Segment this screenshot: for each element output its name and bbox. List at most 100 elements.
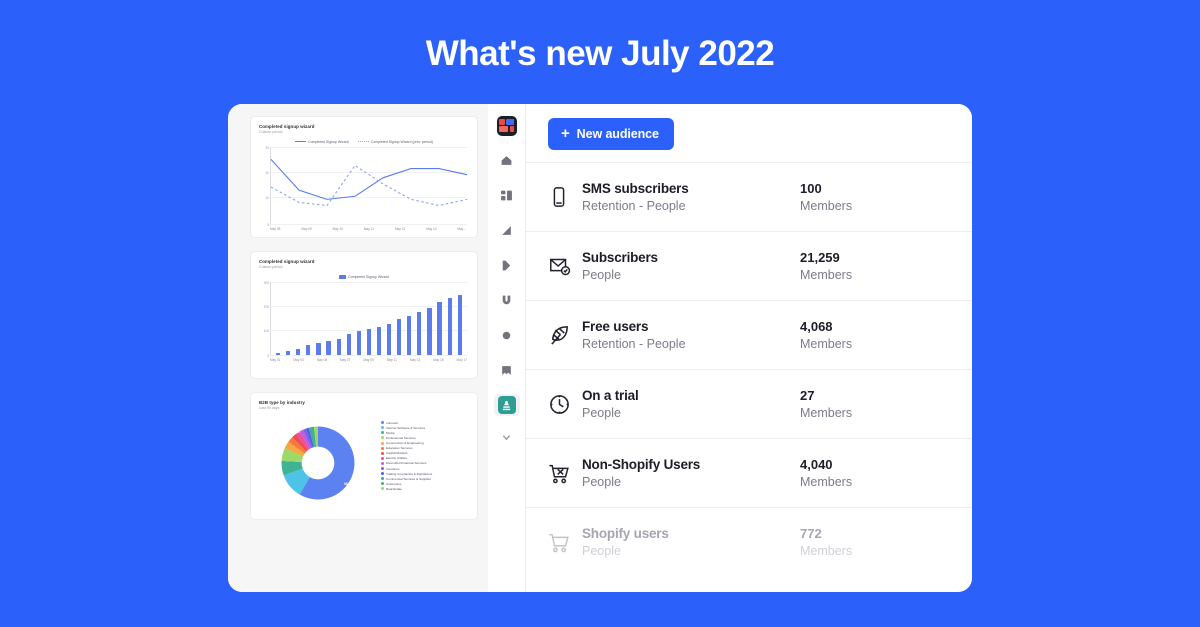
bar (417, 312, 422, 355)
audience-text: SMS subscribers Retention - People (582, 181, 800, 213)
bar (326, 341, 331, 355)
bar (407, 315, 412, 355)
app-logo[interactable] (496, 116, 517, 136)
audience-count: 21,259 (800, 250, 840, 265)
audience-count: 27 (800, 388, 815, 403)
x-tick: May 01 (270, 357, 281, 362)
gridline: 5 (267, 223, 467, 227)
pie-legend-swatch (381, 477, 384, 481)
pie-legend-swatch (381, 441, 384, 445)
audience-row[interactable]: On a trial People 27 Members (526, 369, 972, 438)
pie-legend-item: unknown (381, 421, 469, 425)
logo-block (509, 126, 514, 132)
pie-legend-label: Education Services (386, 446, 413, 451)
legend-item: Completed Signup Wizard (prev. period) (357, 140, 433, 144)
chart-title-pie: B2B type by industry (259, 400, 305, 405)
x-tick: May 08 (270, 226, 281, 231)
audience-row[interactable]: SMS subscribers Retention - People 100 Memb… (526, 162, 972, 231)
x-tick: May 05 (316, 357, 328, 362)
logo-row-bottom (499, 126, 514, 132)
sidebar-item-audiences[interactable] (493, 394, 520, 416)
sidebar-more-toggle[interactable] (494, 426, 520, 448)
bar (366, 328, 371, 355)
sidebar-item-library[interactable] (494, 359, 520, 381)
cart-icon (548, 531, 582, 554)
audience-name: Subscribers (582, 250, 658, 265)
pie-legend-swatch (381, 421, 384, 425)
chart-card-pie[interactable]: B2B type by industry Last 90 days 58.4% … (250, 392, 478, 520)
pie-legend-swatch (381, 451, 384, 455)
pie-legend-label: Capital Markets (386, 451, 408, 456)
chart-card-line[interactable]: Completed signup wizard Custom period Co… (250, 116, 478, 238)
audience-meta: People (582, 406, 621, 420)
x-tick: May ... (457, 226, 467, 231)
audience-meta: People (582, 475, 621, 489)
sidebar-item-analytics[interactable] (494, 219, 520, 241)
line-x-axis: May 08 May 09 May 10 May 11 May 12 May 13 May … (270, 227, 467, 231)
donut-label-2: 6.4% (275, 443, 284, 448)
sidebar-item-journeys[interactable] (494, 254, 520, 276)
x-tick: May 09 (363, 357, 374, 362)
legend-swatch-line (295, 141, 307, 143)
audience-meta: People (582, 268, 621, 282)
bar (427, 307, 432, 355)
x-tick: May 15 (433, 357, 444, 362)
donut-label-1: 11.1% (263, 462, 274, 467)
legend-label: Completed Signup Wizard (348, 274, 389, 279)
envelope-check-icon (548, 254, 582, 278)
audience-row[interactable]: Free users Retention - People 4,068 Members (526, 300, 972, 369)
audience-name: Non-Shopify Users (582, 457, 701, 472)
audience-text: On a trial People (582, 388, 800, 420)
pie-legend-label: Electric Utilities (386, 456, 407, 461)
bar (356, 331, 361, 355)
app-window: Completed signup wizard Custom period Co… (228, 104, 972, 592)
audiences-icon (497, 396, 516, 414)
sidebar-item-dashboards[interactable] (494, 184, 520, 206)
audience-text: Free users Retention - People (582, 319, 800, 351)
audience-row[interactable]: Non-Shopify Users People 4,040 Members (526, 438, 972, 507)
legend-item: Completed Signup Wizard (295, 140, 349, 144)
pie-legend-label: Internet Software & Services (386, 425, 426, 430)
pie-legend-swatch (381, 431, 384, 435)
audience-text: Subscribers People (582, 250, 800, 282)
pie-legend-item: Automotive (381, 482, 469, 486)
clock-icon (548, 393, 582, 416)
x-tick: May 11 (386, 357, 397, 362)
pie-legend-item: Capital Markets (381, 451, 469, 455)
chart-title-bar: Completed signup wizard (259, 259, 315, 264)
audience-metric: 772 Members (800, 526, 852, 558)
audience-unit: Members (800, 337, 853, 351)
audience-name: Shopify users (582, 526, 669, 541)
audience-row[interactable]: Subscribers People 21,259 Members (526, 231, 972, 300)
chart-legend-line: Completed Signup Wizard Completed Signup… (259, 140, 469, 144)
sidebar-item-segments[interactable] (494, 324, 520, 346)
pie-legend-swatch (381, 426, 384, 430)
audience-name: Free users (582, 319, 649, 334)
pie-legend-swatch (381, 467, 384, 471)
bar (397, 318, 402, 355)
pie-legend-label: Professional Services (386, 435, 416, 440)
pie-legend-item: Professional Services (381, 436, 469, 440)
audience-text: Non-Shopify Users People (582, 457, 800, 489)
x-tick: May 11 (363, 226, 375, 231)
new-audience-button[interactable]: + New audience (548, 118, 674, 150)
audience-metric: 4,040 Members (800, 457, 852, 489)
pie-body: 58.4% 11.1% 6.4% 5.8% unknown Internet So… (259, 415, 469, 511)
pie-legend-label: Real Estate (386, 486, 402, 491)
y-tick: 5 (267, 222, 269, 227)
sidebar-item-home[interactable] (494, 149, 520, 171)
leaf-icon (548, 324, 582, 347)
audience-count: 772 (800, 526, 822, 541)
bar-series (271, 282, 467, 355)
pie-legend-item: Education Services (381, 446, 469, 450)
pie-legend-label: Commercial Services & Supplies (386, 476, 431, 481)
chart-card-bar[interactable]: Completed signup wizard Custom period Co… (250, 251, 478, 379)
pie-legend-swatch (381, 472, 384, 476)
new-audience-label: New audience (576, 127, 659, 141)
pie-legend-label: Trading Companies & Distributors (386, 471, 433, 476)
bar (346, 334, 351, 355)
audience-row[interactable]: Shopify users People 772 Members (526, 507, 972, 576)
pie-legend-item: Construction & Engineering (381, 441, 469, 445)
sidebar-item-campaigns[interactable] (494, 289, 520, 311)
chart-subtitle-line: Custom period (259, 130, 283, 134)
